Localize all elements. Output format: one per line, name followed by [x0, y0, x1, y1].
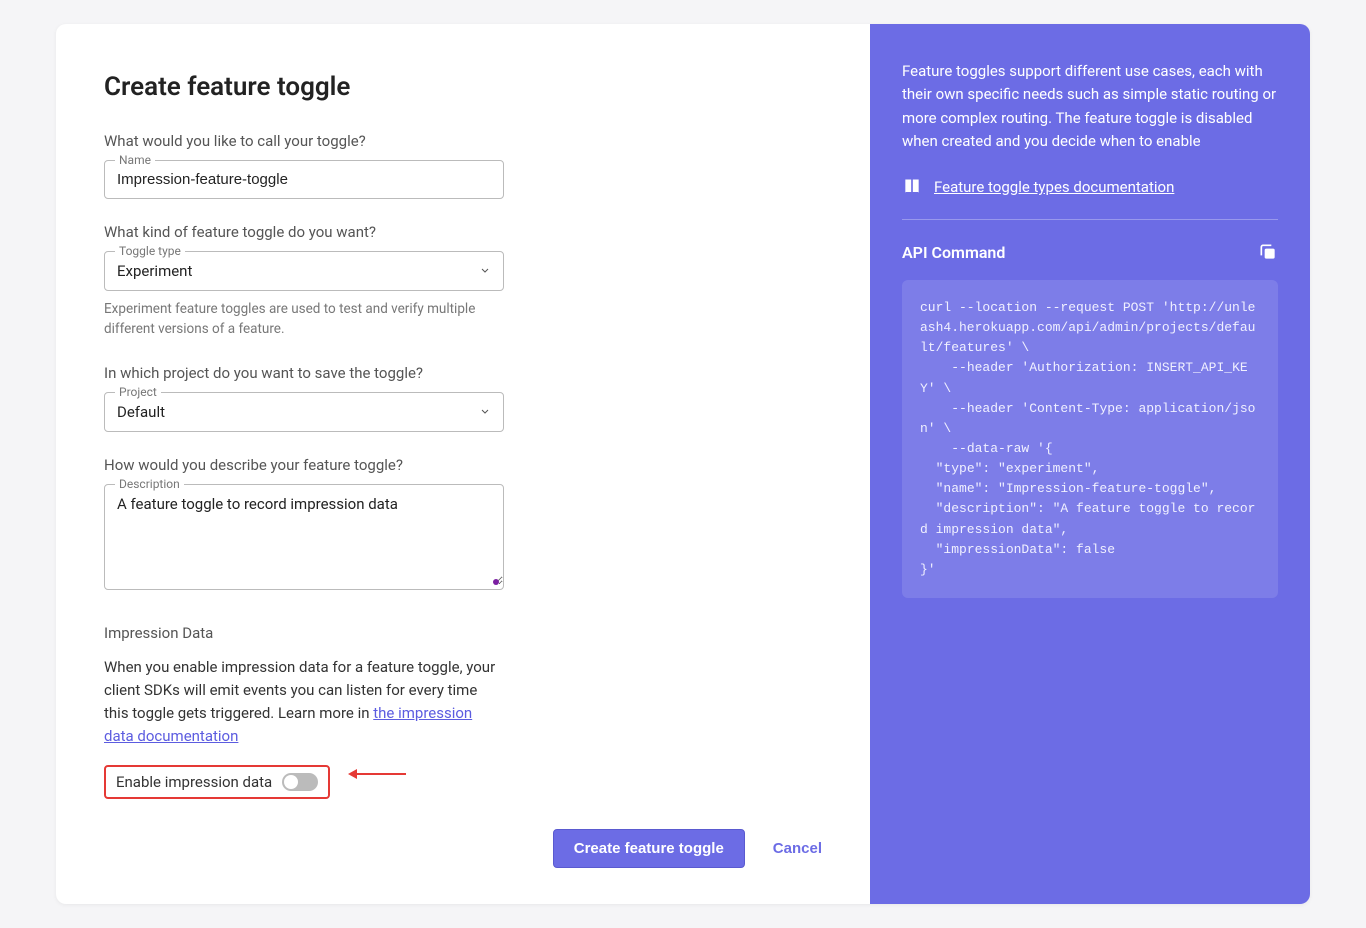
type-select-wrap: Toggle type Experiment	[104, 251, 504, 291]
description-input-wrap: Description A feature toggle to record i…	[104, 484, 504, 590]
project-select[interactable]: Default	[105, 393, 503, 431]
enable-impression-label: Enable impression data	[116, 773, 272, 791]
api-command-row: API Command	[902, 242, 1278, 262]
copy-icon[interactable]	[1258, 242, 1278, 262]
cancel-button[interactable]: Cancel	[773, 840, 822, 857]
enable-impression-toggle[interactable]	[282, 773, 318, 791]
description-textarea[interactable]: A feature toggle to record impression da…	[105, 485, 503, 585]
doc-link-row: Feature toggle types documentation	[902, 177, 1278, 220]
project-select-wrap: Project Default	[104, 392, 504, 432]
description-label: Description	[115, 477, 184, 491]
doc-link[interactable]: Feature toggle types documentation	[934, 178, 1174, 196]
project-label: Project	[115, 385, 161, 399]
name-input-wrap: Name	[104, 160, 504, 199]
create-feature-card: Create feature toggle What would you lik…	[56, 24, 1310, 904]
project-field-group: In which project do you want to save the…	[104, 364, 504, 432]
book-icon	[902, 177, 922, 197]
resize-handle-icon[interactable]	[493, 579, 499, 585]
project-question: In which project do you want to save the…	[104, 364, 504, 382]
arrow-line	[356, 773, 406, 775]
api-command-title: API Command	[902, 243, 1005, 262]
type-helper: Experiment feature toggles are used to t…	[104, 299, 504, 340]
enable-impression-row: Enable impression data	[104, 765, 330, 799]
impression-section: Impression Data When you enable impressi…	[104, 614, 822, 799]
name-input[interactable]	[105, 161, 503, 198]
type-label: Toggle type	[115, 244, 185, 258]
api-code-block[interactable]: curl --location --request POST 'http://u…	[902, 280, 1278, 598]
description-question: How would you describe your feature togg…	[104, 456, 504, 474]
sidebar-panel: Feature toggles support different use ca…	[870, 24, 1310, 904]
type-field-group: What kind of feature toggle do you want?…	[104, 223, 504, 340]
actions-row: Create feature toggle Cancel	[104, 799, 822, 868]
sidebar-description: Feature toggles support different use ca…	[902, 60, 1278, 153]
create-button[interactable]: Create feature toggle	[553, 829, 745, 868]
impression-title: Impression Data	[104, 624, 822, 642]
arrow-callout	[348, 769, 406, 779]
impression-desc: When you enable impression data for a fe…	[104, 656, 504, 749]
name-question: What would you like to call your toggle?	[104, 132, 504, 150]
switch-knob	[284, 775, 298, 789]
form-panel: Create feature toggle What would you lik…	[56, 24, 870, 904]
name-label: Name	[115, 153, 155, 167]
description-field-group: How would you describe your feature togg…	[104, 456, 504, 590]
type-question: What kind of feature toggle do you want?	[104, 223, 504, 241]
name-field-group: What would you like to call your toggle?…	[104, 132, 504, 199]
page-title: Create feature toggle	[104, 72, 822, 102]
